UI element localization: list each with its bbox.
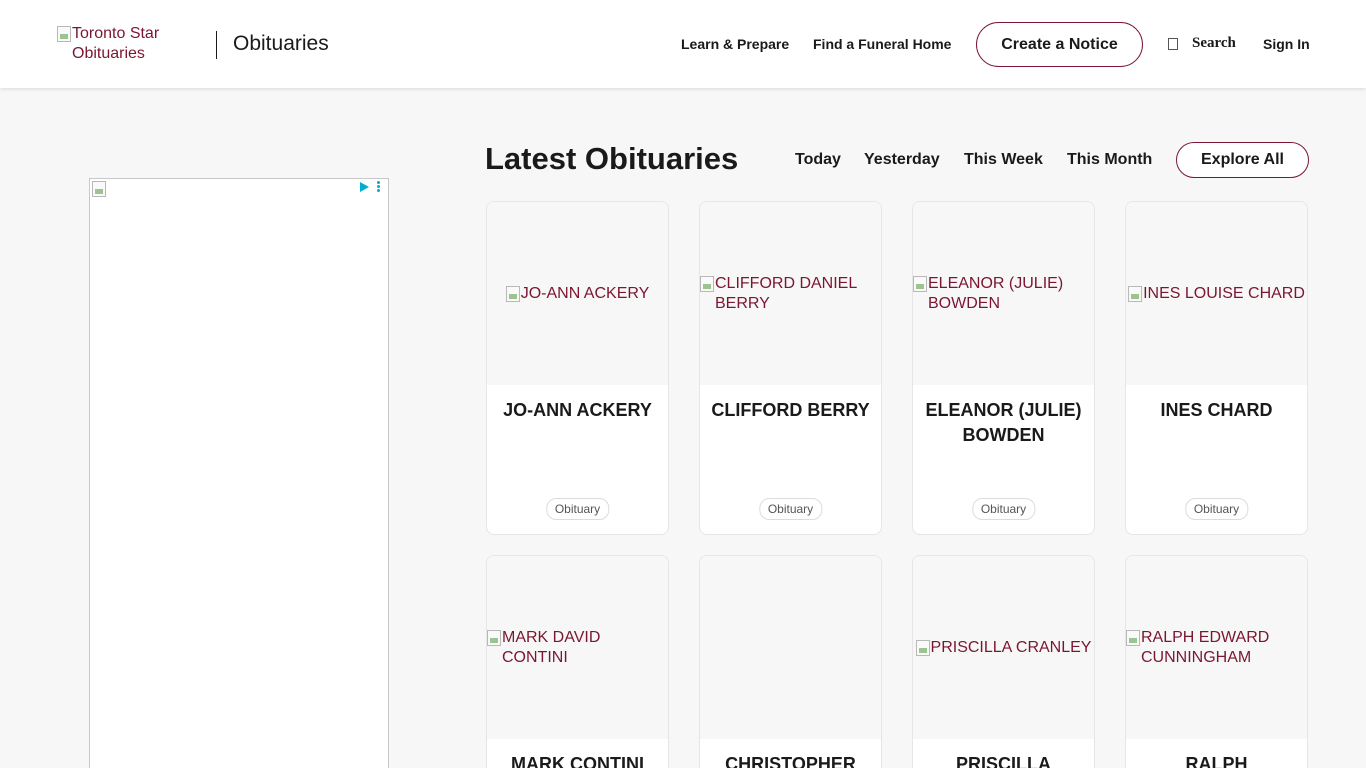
logo-alt-text: Toronto Star Obituaries xyxy=(72,25,160,62)
photo-alt-text: JO-ANN ACKERY xyxy=(505,284,649,304)
broken-image-icon xyxy=(57,26,71,42)
card-name: RALPH xyxy=(1185,754,1248,768)
card-name: MARK CONTINI xyxy=(511,754,644,768)
photo-alt-text: CLIFFORD DANIEL BERRY xyxy=(700,274,881,314)
search-icon xyxy=(1168,37,1178,50)
obituary-card[interactable]: CHRISTOPHER xyxy=(699,555,882,768)
latest-obituaries-title: Latest Obituaries xyxy=(485,141,739,176)
card-photo: MARK DAVID CONTINI xyxy=(487,556,668,739)
sign-in-link[interactable]: Sign In xyxy=(1263,36,1310,52)
card-name: ELEANOR (JULIE) BOWDEN xyxy=(925,400,1082,445)
card-name: PRISCILLA xyxy=(955,754,1051,768)
search-button[interactable]: Search xyxy=(1168,35,1236,52)
obituary-card[interactable]: JO-ANN ACKERY JO-ANN ACKERY Obituary xyxy=(486,201,669,535)
filter-this-week[interactable]: This Week xyxy=(964,151,1043,169)
photo-alt-text: RALPH EDWARD CUNNINGHAM xyxy=(1126,628,1307,668)
card-photo: CLIFFORD DANIEL BERRY xyxy=(700,202,881,385)
photo-alt-text: MARK DAVID CONTINI xyxy=(487,628,668,668)
filter-yesterday[interactable]: Yesterday xyxy=(864,151,940,169)
obituary-card[interactable]: CLIFFORD DANIEL BERRY CLIFFORD BERRY Obi… xyxy=(699,201,882,535)
card-photo: PRISCILLA CRANLEY xyxy=(913,556,1094,739)
ad-choices[interactable] xyxy=(360,181,380,192)
card-badge: Obituary xyxy=(971,498,1036,520)
broken-image-icon xyxy=(915,639,930,656)
site-logo[interactable]: Toronto Star Obituaries xyxy=(57,24,207,64)
section-title[interactable]: Obituaries xyxy=(233,32,329,56)
filter-today[interactable]: Today xyxy=(795,151,841,169)
card-photo: JO-ANN ACKERY xyxy=(487,202,668,385)
filter-this-month[interactable]: This Month xyxy=(1067,151,1152,169)
broken-image-icon xyxy=(487,629,501,646)
obituary-card[interactable]: RALPH EDWARD CUNNINGHAM RALPH xyxy=(1125,555,1308,768)
nav-learn-prepare[interactable]: Learn & Prepare xyxy=(681,36,789,52)
broken-image-icon xyxy=(700,275,714,292)
obituary-card[interactable]: INES LOUISE CHARD INES CHARD Obituary xyxy=(1125,201,1308,535)
nav-find-funeral-home[interactable]: Find a Funeral Home xyxy=(813,36,951,52)
obituary-card[interactable]: MARK DAVID CONTINI MARK CONTINI xyxy=(486,555,669,768)
broken-image-icon xyxy=(505,285,520,302)
card-name: JO-ANN ACKERY xyxy=(503,400,652,420)
site-header: Toronto Star Obituaries Obituaries Learn… xyxy=(0,0,1366,88)
photo-alt-text: INES LOUISE CHARD xyxy=(1128,284,1305,304)
card-badge: Obituary xyxy=(545,498,610,520)
broken-image-icon xyxy=(913,275,927,292)
obituary-card[interactable]: ELEANOR (JULIE) BOWDEN ELEANOR (JULIE) B… xyxy=(912,201,1095,535)
card-badge: Obituary xyxy=(758,498,823,520)
create-notice-button[interactable]: Create a Notice xyxy=(976,22,1143,67)
card-photo: INES LOUISE CHARD xyxy=(1126,202,1307,385)
broken-image-icon xyxy=(1126,629,1140,646)
ad-choices-icon xyxy=(360,181,369,192)
broken-image-icon xyxy=(1128,285,1143,302)
card-photo xyxy=(700,556,881,739)
ad-slot[interactable] xyxy=(89,178,389,768)
search-label: Search xyxy=(1192,35,1236,51)
card-name: INES CHARD xyxy=(1160,400,1273,420)
card-photo: RALPH EDWARD CUNNINGHAM xyxy=(1126,556,1307,739)
photo-alt-text: ELEANOR (JULIE) BOWDEN xyxy=(913,274,1094,314)
broken-image-icon xyxy=(92,181,106,197)
card-badge: Obituary xyxy=(1184,498,1249,520)
ad-menu-icon xyxy=(377,181,380,192)
explore-all-button[interactable]: Explore All xyxy=(1176,142,1309,178)
card-photo: ELEANOR (JULIE) BOWDEN xyxy=(913,202,1094,385)
obituary-card[interactable]: PRISCILLA CRANLEY PRISCILLA xyxy=(912,555,1095,768)
card-name: CHRISTOPHER xyxy=(725,754,856,768)
header-divider xyxy=(216,31,217,59)
card-name: CLIFFORD BERRY xyxy=(711,400,870,420)
photo-alt-text: PRISCILLA CRANLEY xyxy=(915,638,1091,658)
